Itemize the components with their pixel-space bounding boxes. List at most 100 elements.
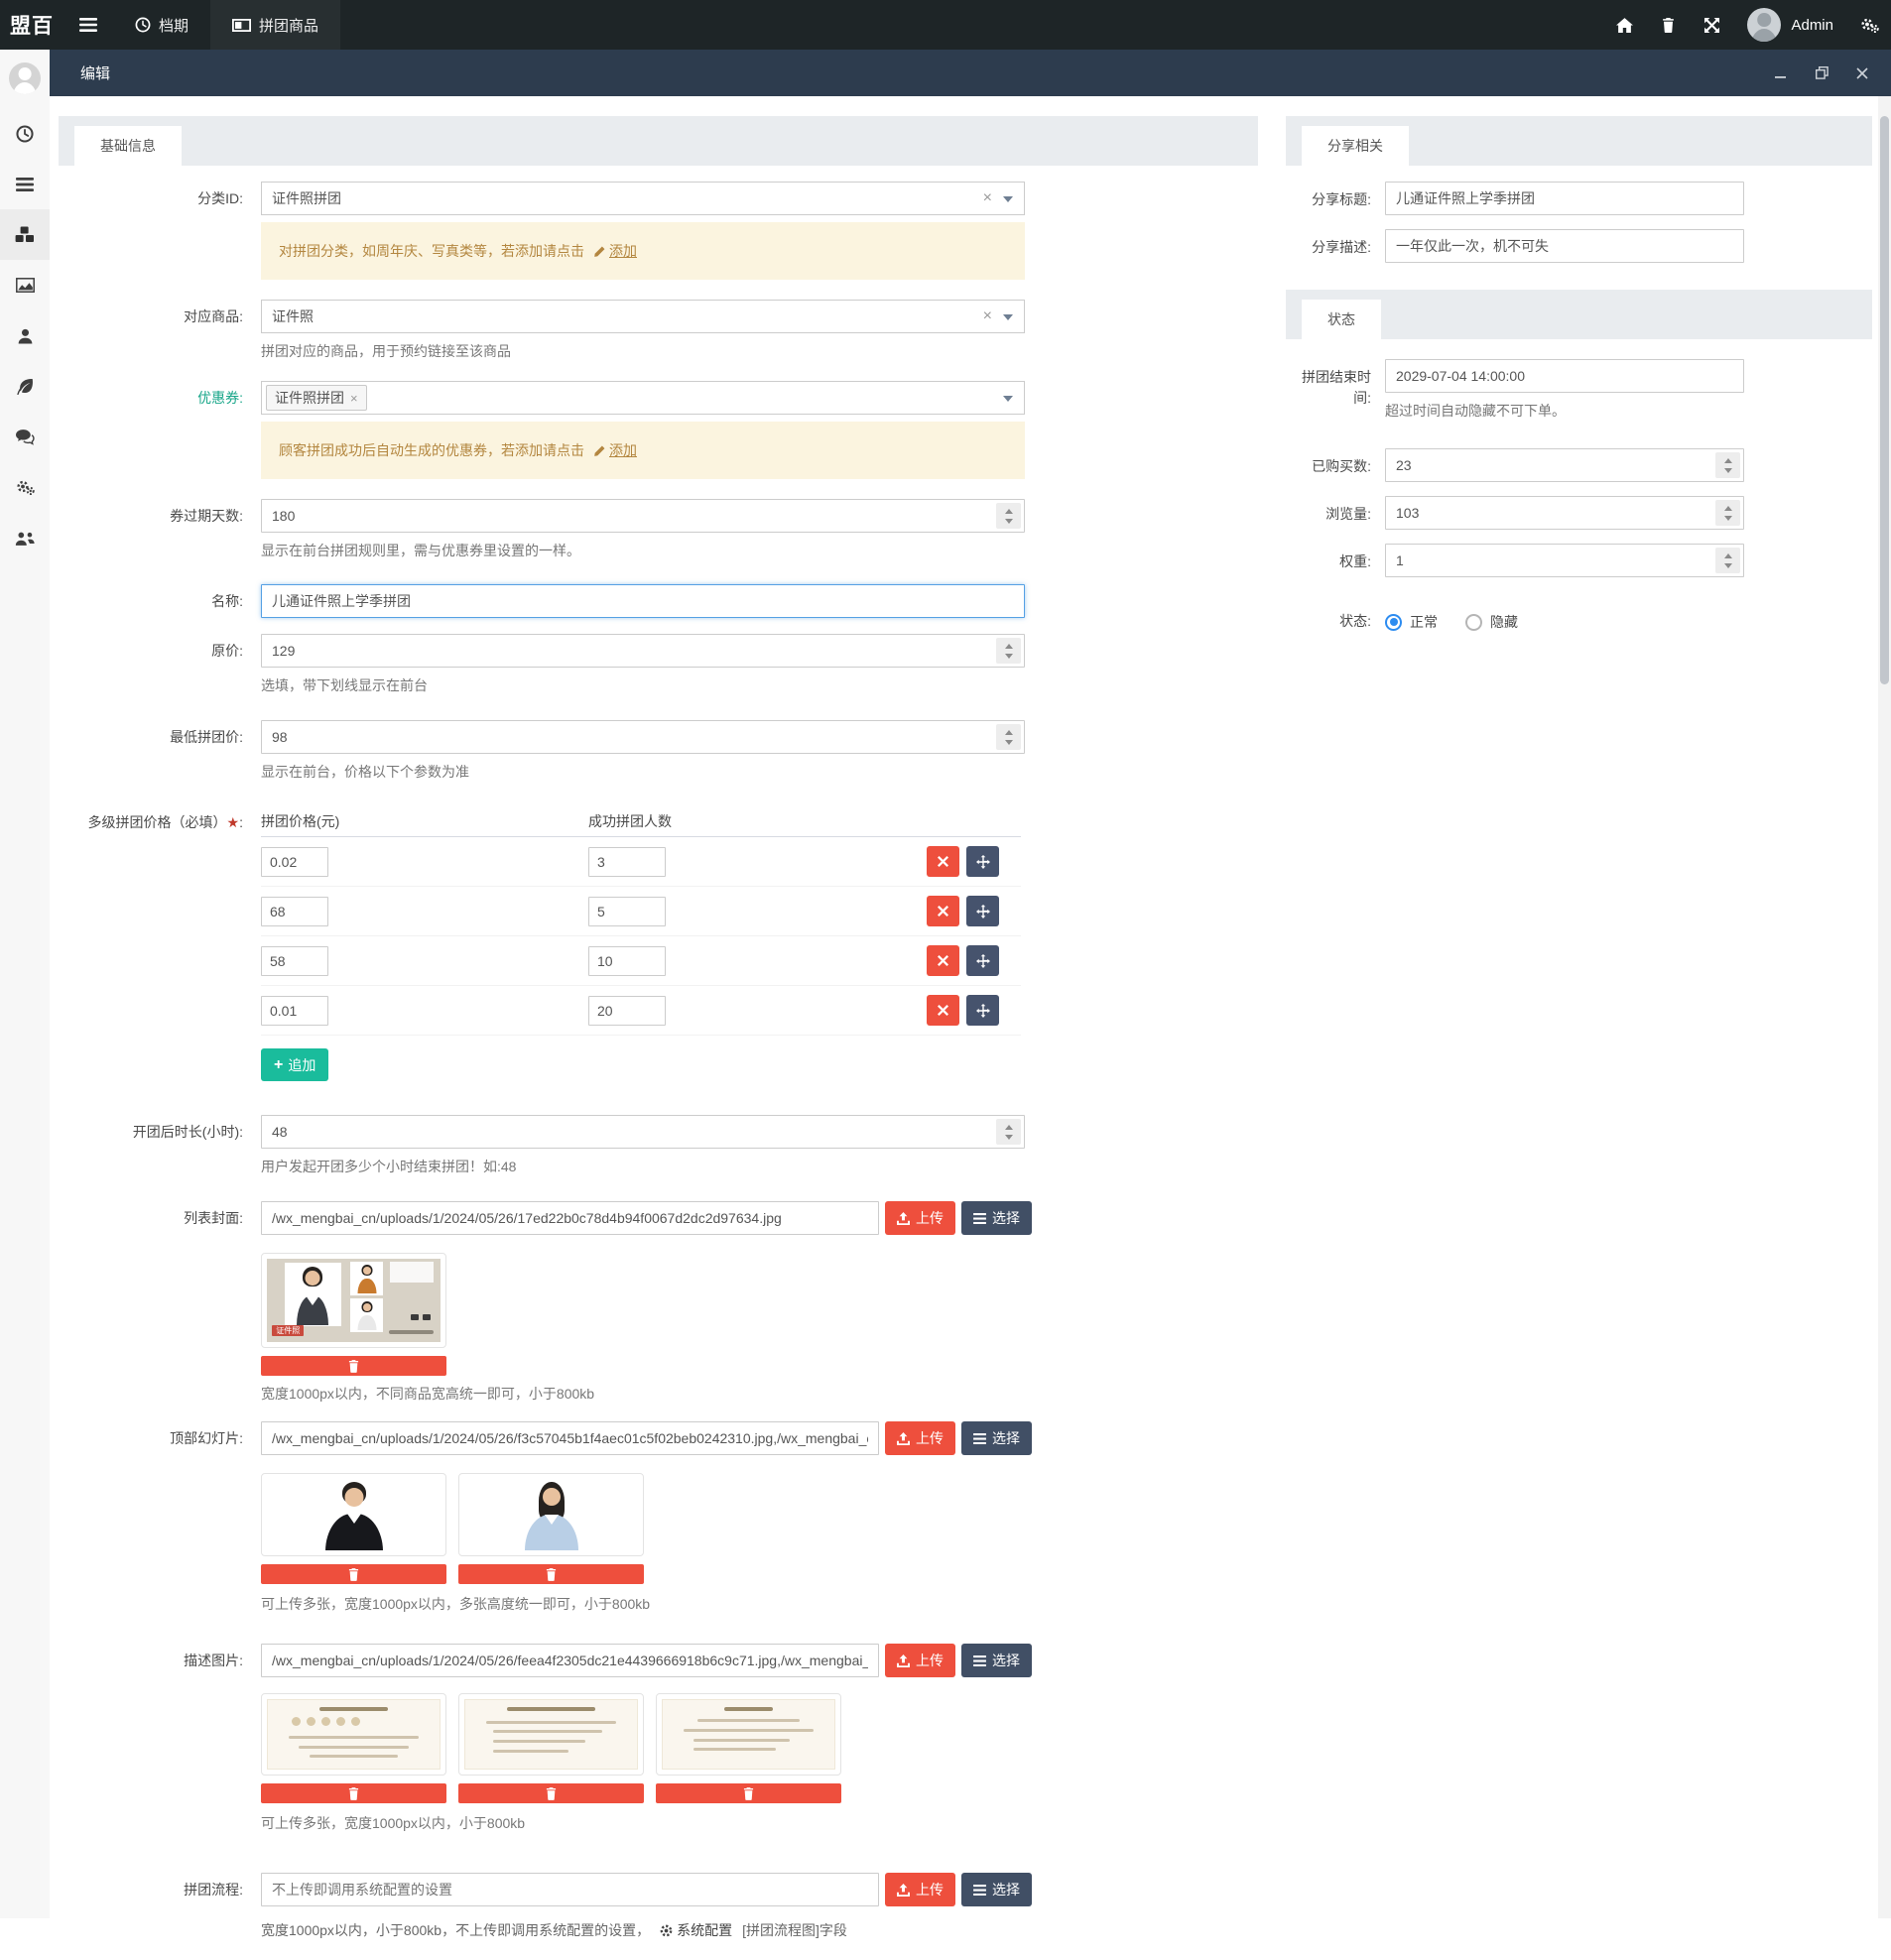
desc-delete-button[interactable] [458, 1783, 644, 1803]
app-logo[interactable]: 盟百 [0, 0, 63, 50]
cover-thumbnail[interactable]: 证件照 [261, 1253, 446, 1348]
slides-path-input[interactable] [261, 1421, 879, 1455]
desc-thumbnail[interactable] [656, 1693, 841, 1776]
tab-basic-info[interactable]: 基础信息 [74, 126, 182, 166]
tier-people-input[interactable] [588, 946, 666, 976]
desc-upload-button[interactable]: 上传 [885, 1644, 955, 1677]
slide-thumbnail[interactable] [261, 1473, 446, 1556]
sidebar-item-schedule[interactable] [0, 108, 50, 159]
purchased-input[interactable] [1385, 448, 1744, 482]
tab-share[interactable]: 分享相关 [1302, 126, 1409, 166]
end-time-input[interactable] [1385, 359, 1744, 393]
desc-delete-button[interactable] [261, 1783, 446, 1803]
sidebar-item-statistics[interactable] [0, 260, 50, 310]
tier-price-input[interactable] [261, 847, 328, 877]
sidebar-item-comments[interactable] [0, 412, 50, 462]
sidebar-toggle-button[interactable] [63, 0, 113, 50]
restore-icon[interactable] [1815, 66, 1828, 80]
fullscreen-button[interactable] [1690, 0, 1733, 50]
share-desc-input[interactable] [1385, 229, 1744, 263]
orig-price-input[interactable] [261, 634, 1025, 668]
sidebar-item-system[interactable] [0, 462, 50, 513]
move-tier-button[interactable] [966, 846, 999, 877]
user-menu[interactable]: Admin [1733, 0, 1847, 50]
desc-images-path-input[interactable] [261, 1644, 879, 1677]
move-tier-button[interactable] [966, 896, 999, 926]
home-button[interactable] [1602, 0, 1646, 50]
number-stepper[interactable] [1715, 548, 1740, 573]
category-select[interactable]: 证件照拼团 × [261, 182, 1025, 215]
desc-delete-button[interactable] [656, 1783, 841, 1803]
coupon-days-input[interactable] [261, 499, 1025, 533]
vertical-scrollbar[interactable] [1878, 96, 1891, 1918]
close-icon[interactable] [1855, 66, 1869, 80]
number-stepper[interactable] [996, 503, 1021, 529]
coupon-multiselect[interactable]: 证件照拼团 × [261, 381, 1025, 415]
desc-select-button[interactable]: 选择 [961, 1644, 1032, 1677]
tab-status[interactable]: 状态 [1302, 300, 1381, 339]
coupon-days-label: 券过期天数: [59, 499, 261, 560]
clear-icon[interactable]: × [983, 308, 992, 324]
number-stepper[interactable] [1715, 500, 1740, 526]
desc-thumbnail[interactable] [261, 1693, 446, 1776]
category-add-link[interactable]: 添加 [594, 241, 637, 261]
desc-thumbnail[interactable] [458, 1693, 644, 1776]
sidebar-item-members[interactable] [0, 513, 50, 563]
tier-price-input[interactable] [261, 946, 328, 976]
remove-tier-button[interactable] [927, 995, 959, 1026]
tab-group-product[interactable]: 拼团商品 [210, 0, 340, 50]
clear-icon[interactable]: × [983, 190, 992, 206]
share-title-input[interactable] [1385, 182, 1744, 215]
tag-remove-icon[interactable]: × [350, 391, 358, 406]
coupon-add-link[interactable]: 添加 [594, 440, 637, 460]
cover-delete-button[interactable] [261, 1356, 446, 1376]
slide-thumbnail[interactable] [458, 1473, 644, 1556]
number-stepper[interactable] [996, 638, 1021, 664]
sidebar-item-user[interactable] [0, 310, 50, 361]
slide-image-man [267, 1479, 441, 1550]
settings-button[interactable] [1847, 0, 1891, 50]
tier-people-input[interactable] [588, 847, 666, 877]
product-select[interactable]: 证件照 × [261, 300, 1025, 333]
sidebar-item-list[interactable] [0, 159, 50, 209]
slide-delete-button[interactable] [261, 1564, 446, 1584]
number-stepper[interactable] [1715, 452, 1740, 478]
sidebar-item-group-products[interactable] [0, 209, 50, 260]
duration-input[interactable] [261, 1115, 1025, 1149]
sidebar-avatar[interactable] [9, 62, 41, 94]
cover-path-input[interactable] [261, 1201, 879, 1235]
sidebar-item-content[interactable] [0, 361, 50, 412]
min-price-input[interactable] [261, 720, 1025, 754]
radio-normal[interactable]: 正常 [1385, 612, 1438, 632]
weight-input[interactable] [1385, 544, 1744, 577]
move-tier-button[interactable] [966, 995, 999, 1026]
tab-schedule[interactable]: 档期 [113, 0, 210, 50]
number-stepper[interactable] [996, 724, 1021, 750]
move-tier-button[interactable] [966, 945, 999, 976]
remove-tier-button[interactable] [927, 945, 959, 976]
slide-delete-button[interactable] [458, 1564, 644, 1584]
tier-people-input[interactable] [588, 996, 666, 1026]
tier-price-input[interactable] [261, 897, 328, 926]
tier-price-input[interactable] [261, 996, 328, 1026]
name-input[interactable] [261, 584, 1025, 618]
radio-hidden[interactable]: 隐藏 [1465, 612, 1518, 632]
tier-people-input[interactable] [588, 897, 666, 926]
flow-path-input[interactable] [261, 1873, 879, 1906]
views-input[interactable] [1385, 496, 1744, 530]
scrollbar-thumb[interactable] [1880, 116, 1889, 684]
slides-select-button[interactable]: 选择 [961, 1421, 1032, 1455]
cover-select-button[interactable]: 选择 [961, 1201, 1032, 1235]
slides-upload-button[interactable]: 上传 [885, 1421, 955, 1455]
minimize-icon[interactable] [1774, 66, 1788, 80]
clear-cache-button[interactable] [1646, 0, 1690, 50]
remove-tier-button[interactable] [927, 846, 959, 877]
flow-select-button[interactable]: 选择 [961, 1873, 1032, 1906]
append-tier-button[interactable]: + 追加 [261, 1048, 328, 1081]
cover-upload-button[interactable]: 上传 [885, 1201, 955, 1235]
system-config-link[interactable]: 系统配置 [660, 1920, 732, 1940]
number-stepper[interactable] [996, 1119, 1021, 1145]
remove-tier-button[interactable] [927, 896, 959, 926]
status-tabstrip: 状态 [1286, 290, 1872, 339]
flow-upload-button[interactable]: 上传 [885, 1873, 955, 1906]
